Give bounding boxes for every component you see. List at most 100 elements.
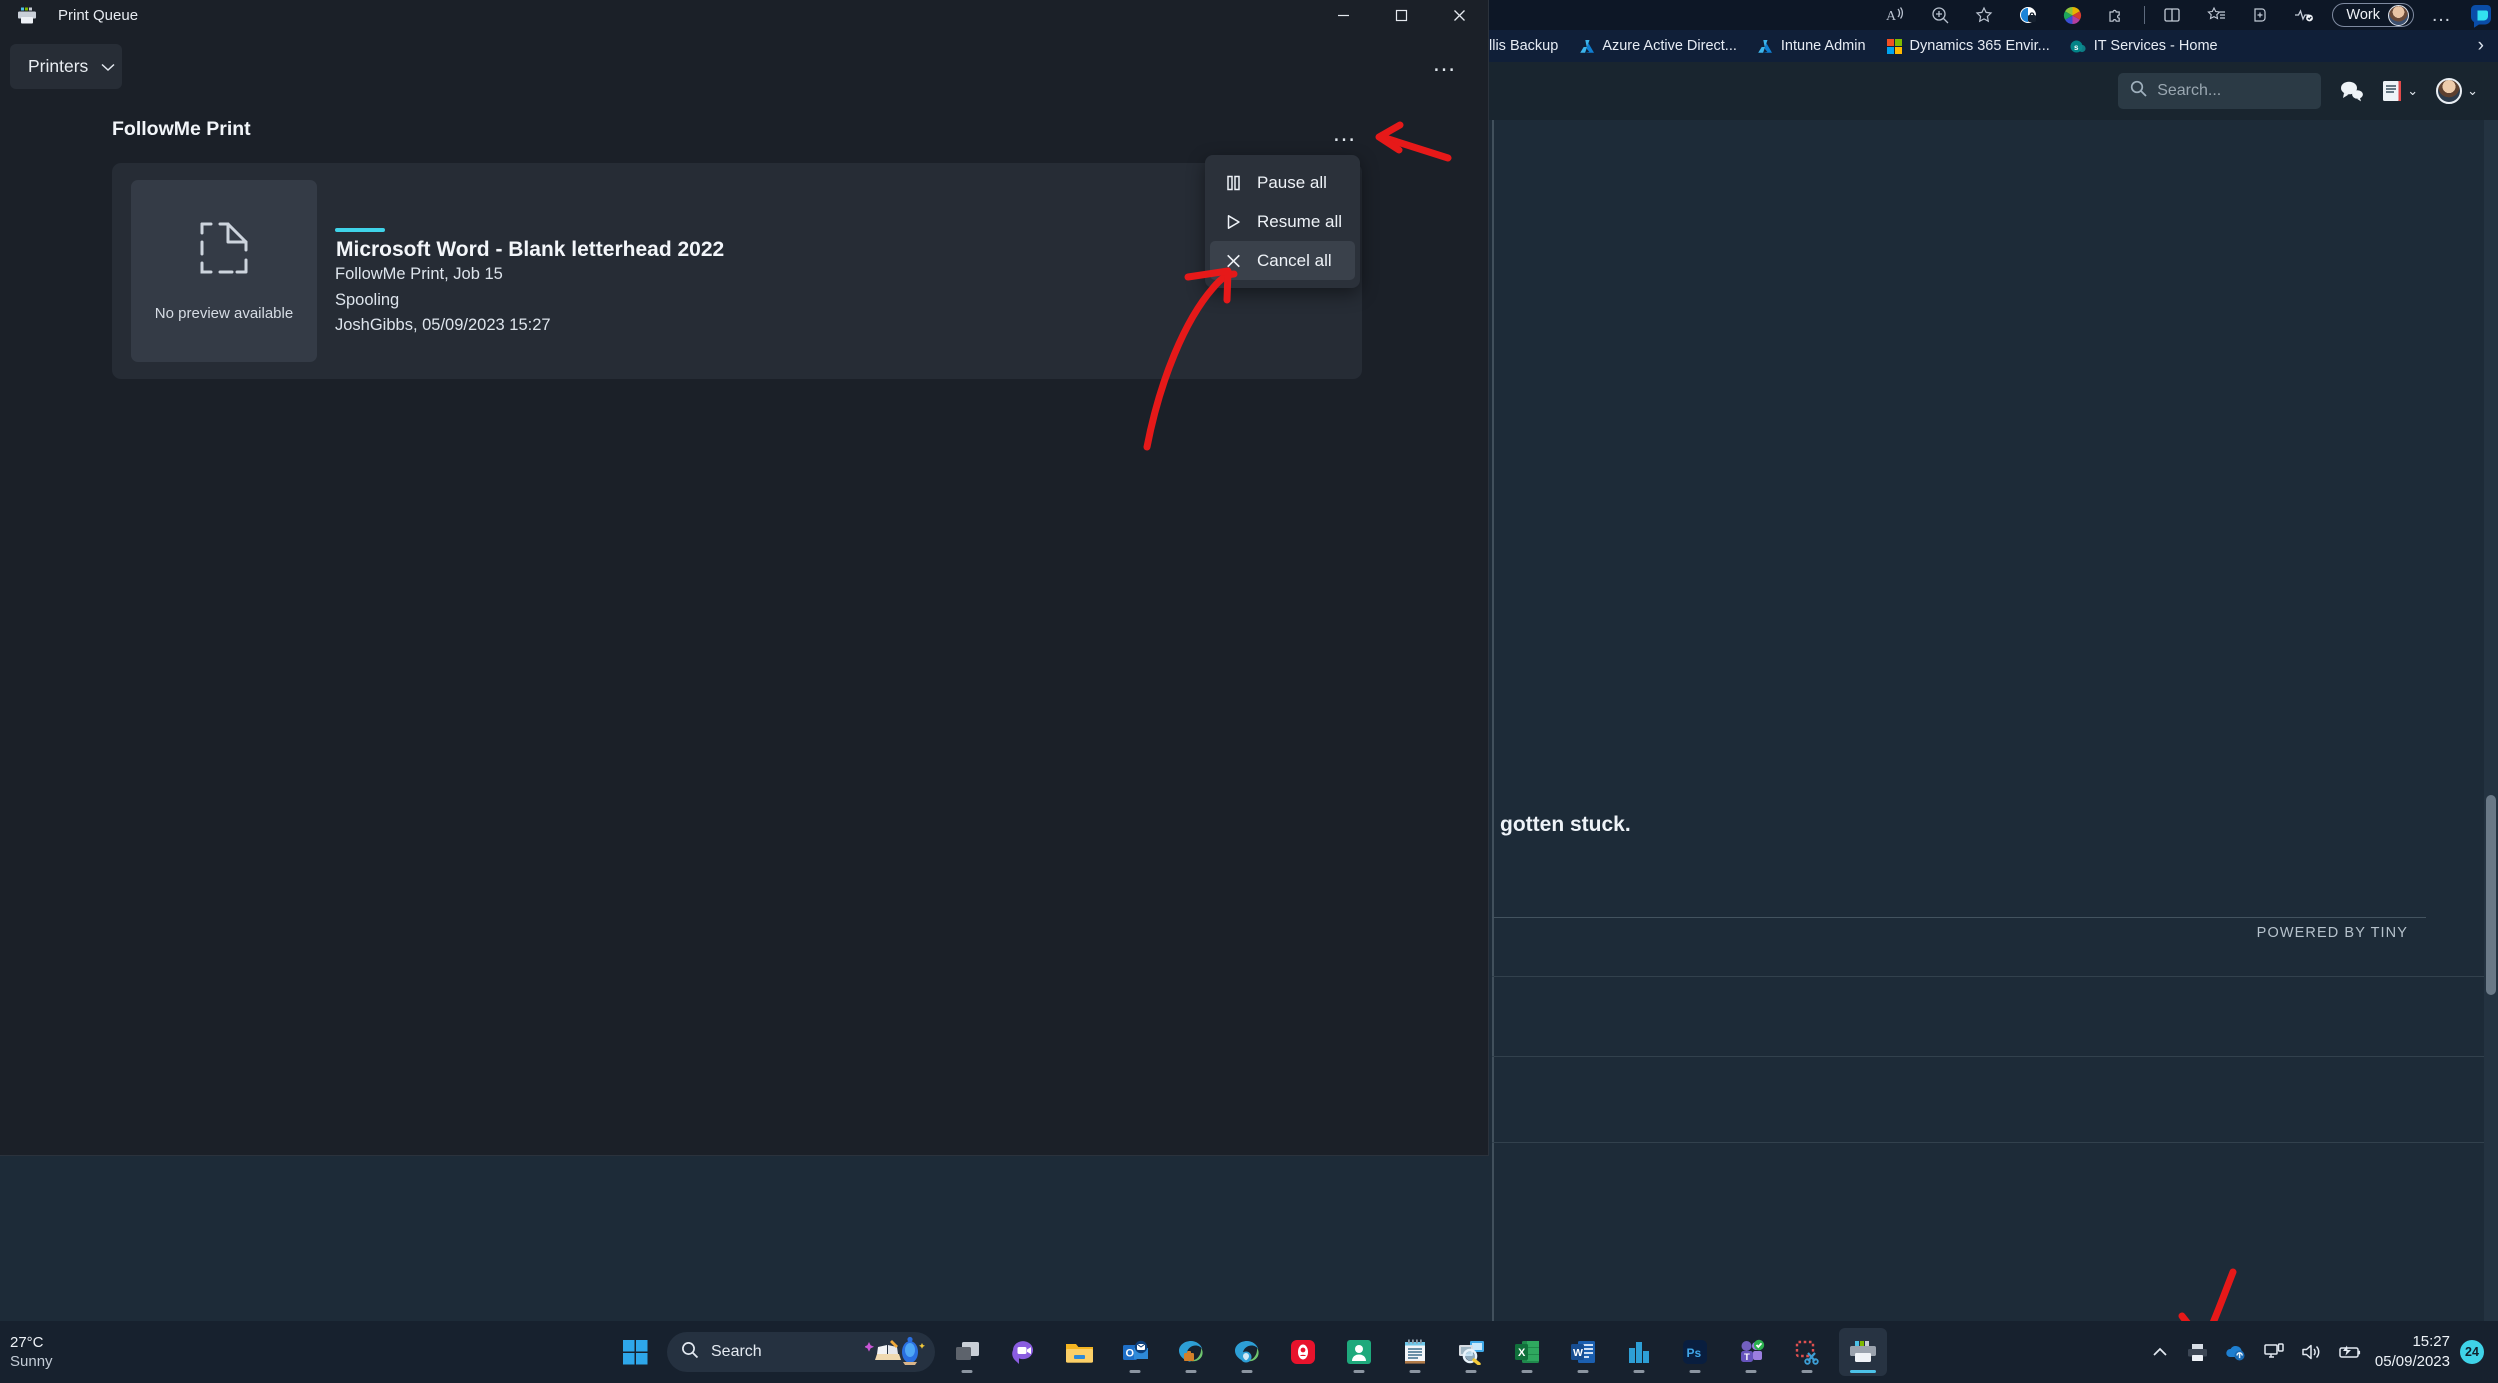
print-queue-taskbar-icon[interactable]	[1839, 1328, 1887, 1376]
read-aloud-icon[interactable]: A	[1874, 0, 1918, 30]
job-progress-bar	[335, 228, 385, 232]
job-title: Microsoft Word - Blank letterhead 2022	[336, 238, 725, 261]
extensions-puzzle-icon[interactable]	[2094, 0, 2138, 30]
edge-icon[interactable]	[1223, 1328, 1271, 1376]
chat-icon[interactable]	[2339, 80, 2364, 102]
search-icon	[2130, 80, 2147, 102]
bookmark-label: Intune Admin	[1780, 38, 1866, 54]
taskbar-search[interactable]: Search	[667, 1332, 935, 1372]
close-button[interactable]	[1430, 0, 1488, 30]
play-icon	[1224, 214, 1243, 230]
system-tray: 15:27 05/09/2023 24	[2141, 1321, 2490, 1383]
show-hidden-icons-chevron-icon[interactable]	[2141, 1328, 2179, 1376]
contacts-icon[interactable]	[1335, 1328, 1383, 1376]
browser-more-menu-button[interactable]: …	[2420, 0, 2464, 30]
pause-icon	[1224, 175, 1243, 191]
menu-item-label: Resume all	[1257, 211, 1343, 231]
job-metadata: FollowMe Print, Job 15 Spooling JoshGibb…	[335, 262, 551, 339]
printer-tray-icon[interactable]	[2179, 1328, 2217, 1376]
notification-badge[interactable]: 24	[2460, 1340, 2484, 1364]
maximize-button[interactable]	[1372, 0, 1430, 30]
color-wheel-icon[interactable]	[2050, 0, 2094, 30]
menu-item-cancel-all[interactable]: Cancel all	[1210, 241, 1355, 280]
add-to-tabs-icon[interactable]	[2238, 0, 2282, 30]
app-running-indicator	[1241, 1370, 1253, 1373]
notepad-icon[interactable]	[1391, 1328, 1439, 1376]
profile-work-button[interactable]: Work	[2332, 3, 2414, 27]
document-placeholder-icon	[198, 220, 250, 283]
bookmark-item[interactable]: Intune Admin	[1747, 33, 1876, 59]
snipping-tool-icon[interactable]	[1783, 1328, 1831, 1376]
azure-icon	[1578, 38, 1595, 55]
menu-item-label: Cancel all	[1257, 250, 1332, 270]
split-screen-icon[interactable]	[2150, 0, 2194, 30]
weather-desc: Sunny	[10, 1353, 53, 1370]
chat-teams-icon[interactable]	[999, 1328, 1047, 1376]
search-input[interactable]: Search...	[2118, 73, 2322, 109]
performance-heartbeat-icon[interactable]	[2282, 0, 2326, 30]
file-explorer-icon[interactable]	[1055, 1328, 1103, 1376]
menu-item-pause-all[interactable]: Pause all	[1210, 163, 1355, 202]
bookmark-item[interactable]: Azure Active Direct...	[1568, 33, 1747, 59]
volume-icon[interactable]	[2293, 1328, 2331, 1376]
job-queue-line: FollowMe Print, Job 15	[335, 265, 503, 283]
menu-item-label: Pause all	[1257, 172, 1327, 192]
excel-icon[interactable]: X	[1503, 1328, 1551, 1376]
preview-unavailable-label: No preview available	[154, 305, 294, 322]
app-running-indicator	[1801, 1370, 1813, 1373]
start-button[interactable]	[611, 1328, 659, 1376]
clock-time: 15:27	[2412, 1333, 2450, 1350]
page-scrollbar[interactable]	[2484, 120, 2498, 1345]
weather-widget[interactable]: 27°C Sunny	[10, 1333, 53, 1371]
photoshop-icon[interactable]: Ps	[1671, 1328, 1719, 1376]
printers-dropdown-button[interactable]: Printers	[10, 44, 122, 89]
collections-icon[interactable]	[2194, 0, 2238, 30]
print-queue-window[interactable]: Print Queue Printers … FollowMe Print …	[0, 0, 1488, 1155]
more-dots-label: …	[2431, 4, 2453, 26]
window-more-options-button[interactable]: …	[1432, 52, 1458, 76]
teams-icon[interactable]: T	[1727, 1328, 1775, 1376]
profile-label: Work	[2346, 7, 2380, 23]
app-running-indicator	[1521, 1370, 1533, 1373]
knowledge-book-button[interactable]: ⌄	[2382, 80, 2418, 102]
edge-work-icon[interactable]	[1167, 1328, 1215, 1376]
power-bi-icon[interactable]	[1615, 1328, 1663, 1376]
tracking-prevention-icon[interactable]	[2006, 0, 2050, 30]
user-menu[interactable]: ⌄	[2436, 78, 2478, 104]
tinymce-branding: POWERED BY TINY	[2256, 925, 2408, 941]
bookmarks-overflow-chevron-icon[interactable]: ›	[2478, 35, 2484, 57]
zoom-icon[interactable]	[1918, 0, 1962, 30]
close-x-icon	[1224, 253, 1243, 269]
app-running-indicator	[1577, 1370, 1589, 1373]
network-icon[interactable]	[2255, 1328, 2293, 1376]
word-icon[interactable]: W	[1559, 1328, 1607, 1376]
chevron-down-icon[interactable]: ⌄	[2407, 83, 2418, 99]
app-running-indicator	[1689, 1370, 1701, 1373]
taskbar-search-placeholder: Search	[711, 1343, 762, 1360]
printer-more-options-button[interactable]: …	[1332, 122, 1358, 146]
outlook-icon[interactable]: O	[1111, 1328, 1159, 1376]
profile-avatar	[2388, 4, 2409, 26]
battery-icon[interactable]	[2331, 1328, 2369, 1376]
print-job-card[interactable]: No preview available Microsoft Word - Bl…	[112, 163, 1362, 379]
onedrive-icon[interactable]	[2217, 1328, 2255, 1376]
search-icon	[681, 1341, 699, 1364]
menu-item-resume-all[interactable]: Resume all	[1210, 202, 1355, 241]
opera-icon[interactable]	[1279, 1328, 1327, 1376]
minimize-button[interactable]	[1314, 0, 1372, 30]
taskbar-clock[interactable]: 15:27 05/09/2023	[2369, 1332, 2460, 1372]
svg-text:W: W	[1573, 1347, 1583, 1359]
printer-context-menu[interactable]: Pause all Resume all Cancel all	[1205, 155, 1360, 288]
remote-support-icon[interactable]	[1447, 1328, 1495, 1376]
bookmark-item[interactable]: s IT Services - Home	[2060, 33, 2228, 59]
bookmark-item[interactable]: Dynamics 365 Envir...	[1876, 33, 2060, 59]
page-scrollbar-thumb[interactable]	[2486, 795, 2496, 995]
copilot-icon[interactable]	[2464, 0, 2498, 30]
app-running-indicator	[1633, 1370, 1645, 1373]
bookmark-label: Azure Active Direct...	[1602, 38, 1737, 54]
chevron-down-icon[interactable]: ⌄	[2467, 83, 2478, 99]
clock-date: 05/09/2023	[2374, 1353, 2450, 1370]
task-view-icon[interactable]	[943, 1328, 991, 1376]
favorite-star-icon[interactable]	[1962, 0, 2006, 30]
bookmark-label: llis Backup	[1489, 38, 1559, 54]
